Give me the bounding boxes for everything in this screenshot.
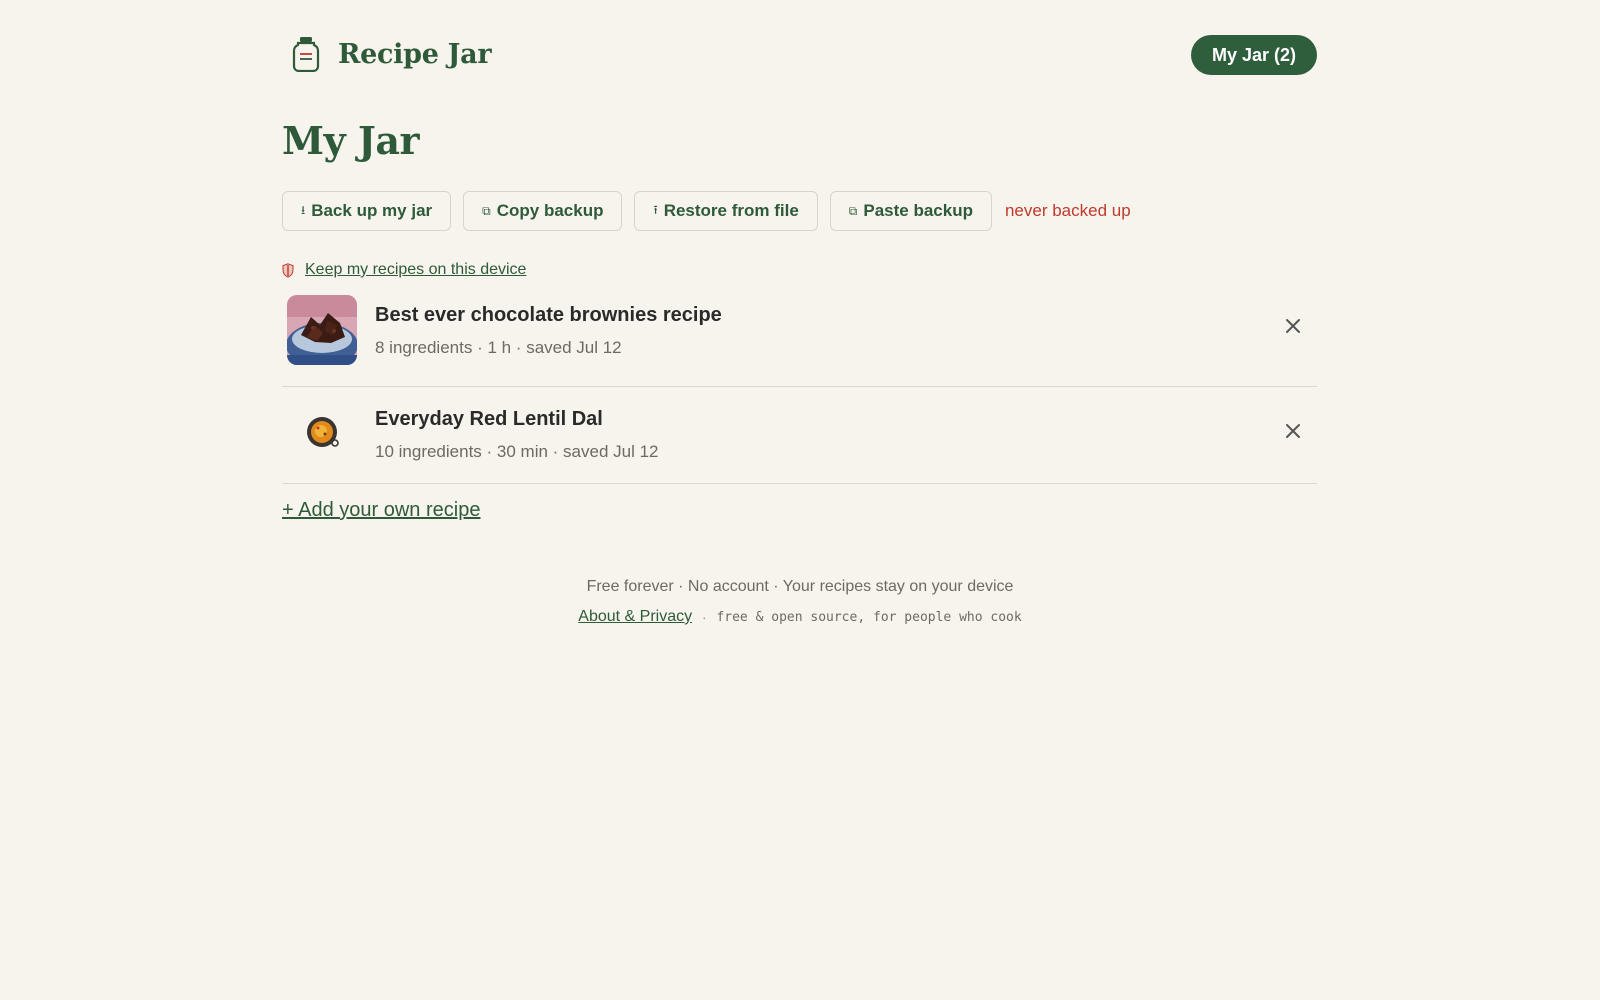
my-jar-button[interactable]: My Jar (2) xyxy=(1190,35,1317,75)
recipe-meta: 10 ingredients · 30 min · saved Jul 12 xyxy=(375,442,659,461)
recipe-meta: 8 ingredients · 1 h · saved Jul 12 xyxy=(375,338,622,357)
back-up-label: Back up my jar xyxy=(311,201,433,220)
footer-separator: · xyxy=(702,609,707,625)
paste-backup-button[interactable]: ⧉ Paste backup xyxy=(829,191,992,231)
close-icon xyxy=(1286,424,1300,438)
brand-name: Recipe Jar xyxy=(338,38,492,70)
copy-icon: ⧉ xyxy=(482,203,491,218)
brownies-photo xyxy=(287,295,357,365)
recipe-title[interactable]: Everyday Red Lentil Dal xyxy=(375,408,603,431)
jar-logo-icon xyxy=(292,37,320,72)
recipe-list: Best ever chocolate brownies recipe 8 in… xyxy=(282,290,1317,484)
restore-label: Restore from file xyxy=(663,201,799,220)
recipe-thumbnail xyxy=(287,397,357,467)
recipe-row[interactable]: Best ever chocolate brownies recipe 8 in… xyxy=(282,290,1317,387)
copy-backup-button[interactable]: ⧉ Copy backup xyxy=(463,191,623,231)
add-own-recipe-link[interactable]: + Add your own recipe xyxy=(282,499,480,522)
remove-recipe-button[interactable] xyxy=(1279,312,1307,340)
back-up-button[interactable]: ⭳ Back up my jar xyxy=(282,191,452,231)
recipe-thumbnail xyxy=(287,295,357,365)
backup-toolbar: ⭳ Back up my jar ⧉ Copy backup ⭱ Restore… xyxy=(282,191,1131,231)
footer-note: free & open source, for people who cook xyxy=(716,609,1022,625)
recipe-row[interactable]: Everyday Red Lentil Dal 10 ingredients ·… xyxy=(282,387,1317,484)
footer-links: About & Privacy · free & open source, fo… xyxy=(0,608,1600,626)
remove-recipe-button[interactable] xyxy=(1279,417,1307,445)
page-title: My Jar xyxy=(282,118,420,163)
paste-icon: ⧉ xyxy=(848,203,858,218)
close-icon xyxy=(1286,319,1300,333)
header: Recipe Jar My Jar (2) xyxy=(282,0,1317,110)
app: Recipe Jar My Jar (2) My Jar ⭳ Back up m… xyxy=(282,0,1317,521)
keep-recipes-link[interactable]: Keep my recipes on this device xyxy=(282,261,526,279)
brand[interactable]: Recipe Jar xyxy=(292,36,492,72)
paste-backup-label: Paste backup xyxy=(863,201,973,220)
footer-tagline: Free forever · No account · Your recipes… xyxy=(586,578,1014,595)
keep-recipes-label: Keep my recipes on this device xyxy=(305,261,527,278)
curry-bowl-icon xyxy=(307,417,339,447)
upload-icon: ⭱ xyxy=(653,202,658,217)
restore-button[interactable]: ⭱ Restore from file xyxy=(634,191,818,231)
footer: Free forever · No account · Your recipes… xyxy=(0,578,1600,626)
backup-status: never backed up xyxy=(1004,201,1131,220)
copy-backup-label: Copy backup xyxy=(496,201,604,220)
recipe-title[interactable]: Best ever chocolate brownies recipe xyxy=(375,304,722,327)
shield-icon xyxy=(282,262,294,278)
about-privacy-link[interactable]: About & Privacy xyxy=(578,608,692,626)
download-icon: ⭳ xyxy=(301,202,306,217)
